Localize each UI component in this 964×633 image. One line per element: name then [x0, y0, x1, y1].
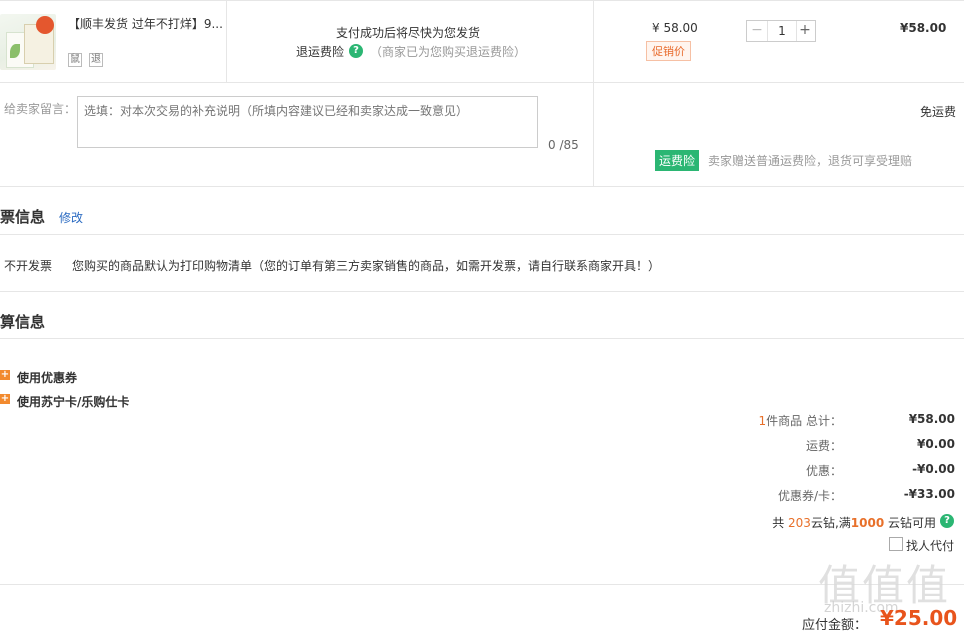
- section-divider: [0, 234, 964, 235]
- shipping-fee: 免运费: [920, 105, 957, 119]
- row-total-price: ¥58.00: [900, 21, 947, 35]
- shipping-insurance-badge: 运费险: [655, 150, 700, 171]
- column-divider: [226, 0, 227, 82]
- minus-icon[interactable]: −: [747, 21, 767, 41]
- use-giftcard-option[interactable]: 使用苏宁卡/乐购仕卡: [17, 393, 129, 410]
- shipping-value: ¥0.00: [917, 437, 955, 451]
- diamond-threshold: 1000: [850, 516, 885, 530]
- help-icon[interactable]: ?: [349, 44, 363, 58]
- diamond-count: 203: [788, 516, 811, 530]
- items-total-label: 1件商品 总计：: [758, 414, 842, 428]
- product-title-link[interactable]: 【顺丰发货 过年不打烊】9...: [68, 15, 223, 32]
- settlement-section-title: 算信息: [0, 313, 46, 331]
- invoice-section-title: 票信息: [0, 208, 46, 226]
- column-divider: [593, 0, 594, 186]
- shipping-note: 支付成功后将尽快为您发货: [336, 26, 481, 40]
- invoice-type: 不开发票: [4, 259, 53, 273]
- invoice-note: 您购买的商品默认为打印购物清单（您的订单有第三方卖家销售的商品，如需开发票，请自…: [72, 259, 661, 273]
- section-divider: [0, 186, 964, 187]
- quantity-input[interactable]: 1: [767, 21, 797, 41]
- payable-label: 应付金额：: [802, 618, 868, 633]
- expand-plus-icon[interactable]: +: [0, 394, 10, 404]
- section-divider: [0, 291, 964, 292]
- return-insurance-label: 退运费险: [296, 45, 345, 59]
- unit-price: ¥ 58.00: [652, 21, 698, 35]
- product-thumbnail[interactable]: [0, 14, 56, 70]
- seller-message-label: 给卖家留言：: [4, 102, 77, 116]
- items-total-value: ¥58.00: [908, 412, 955, 426]
- message-char-count: 0 /85: [548, 138, 579, 152]
- top-divider: [0, 0, 964, 1]
- promo-price-badge: 促销价: [646, 41, 691, 61]
- diamond-points-info: 共 203云钻,满1000 云钻可用: [772, 516, 936, 530]
- quantity-stepper: − 1 +: [746, 20, 816, 42]
- invoice-edit-link[interactable]: 修改: [59, 209, 83, 226]
- section-divider: [0, 338, 964, 339]
- proxy-pay-checkbox[interactable]: [889, 537, 903, 551]
- row-divider: [0, 82, 964, 83]
- use-coupon-option[interactable]: 使用优惠券: [17, 369, 77, 386]
- return-insurance-note: （商家已为您购买退运费险）: [370, 45, 527, 59]
- seller-message-input[interactable]: [77, 96, 538, 148]
- help-icon[interactable]: ?: [940, 514, 954, 528]
- discount-value: -¥0.00: [912, 462, 955, 476]
- payable-amount: ¥25.00: [880, 606, 958, 630]
- shipping-insurance-note: 卖家赠送普通运费险，退货可享受理赔: [708, 154, 913, 168]
- expand-plus-icon[interactable]: +: [0, 370, 10, 380]
- coupon-card-value: -¥33.00: [903, 487, 955, 501]
- discount-label: 优惠：: [805, 464, 842, 478]
- coupon-card-label: 优惠券/卡：: [777, 489, 842, 503]
- return-tag-badge: 退: [89, 53, 103, 67]
- product-tag-badge: 鼠: [68, 53, 82, 67]
- plus-icon[interactable]: +: [795, 21, 815, 41]
- shipping-label: 运费：: [805, 439, 842, 453]
